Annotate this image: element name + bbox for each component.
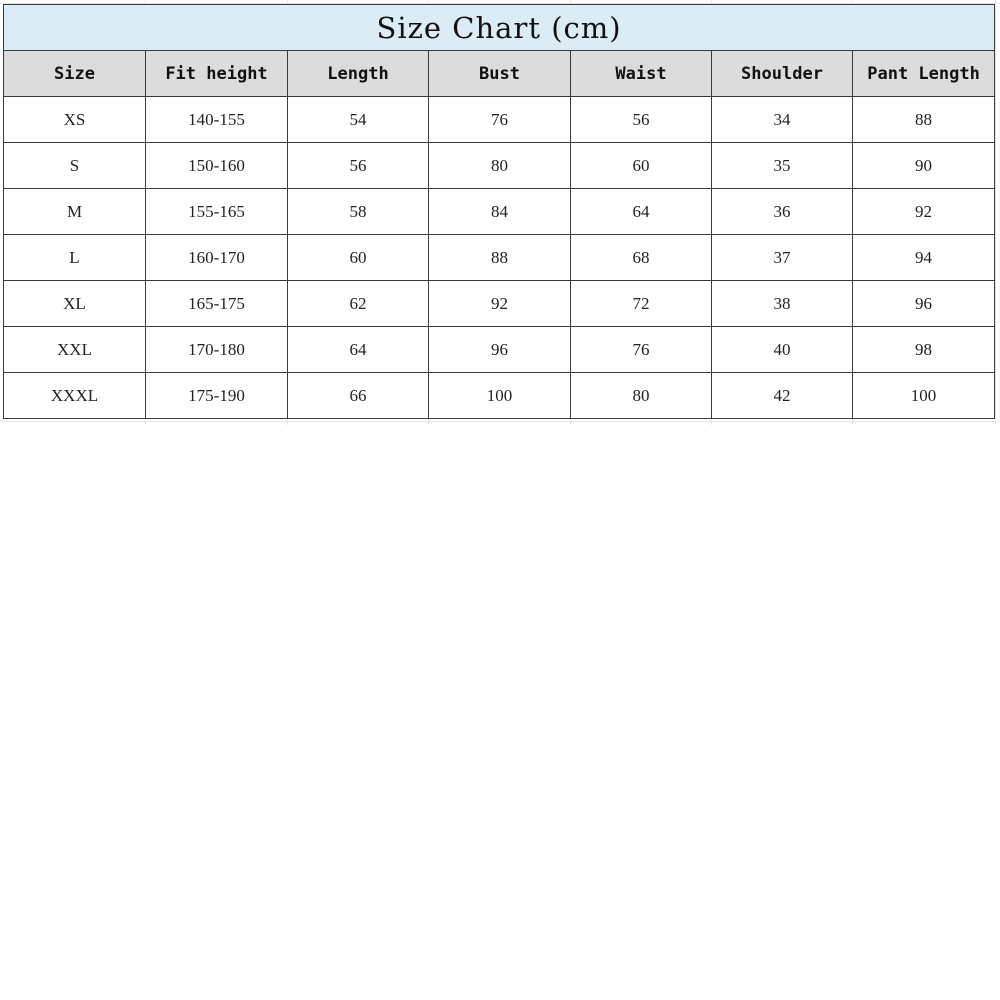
cell-size: L: [3, 234, 146, 281]
cell-pant-length: 92: [851, 188, 996, 235]
cell-shoulder: 40: [711, 326, 853, 373]
cell-shoulder: 36: [711, 188, 853, 235]
cell-waist: 72: [570, 280, 712, 327]
table-row: XXXL 175-190 66 100 80 42 100: [3, 372, 996, 419]
column-header-length: Length: [287, 50, 429, 97]
cell-length: 64: [287, 326, 429, 373]
table-row: XXL 170-180 64 96 76 40 98: [3, 326, 996, 373]
size-chart-table: Size Chart (cm) Size Fit height Length B…: [2, 4, 996, 419]
table-row: S 150-160 56 80 60 35 90: [3, 142, 996, 189]
column-header-size: Size: [3, 50, 146, 97]
cell-bust: 88: [428, 234, 571, 281]
cell-bust: 100: [428, 372, 571, 419]
column-header-shoulder: Shoulder: [711, 50, 853, 97]
cell-pant-length: 94: [851, 234, 996, 281]
cell-waist: 80: [570, 372, 712, 419]
table-row: L 160-170 60 88 68 37 94: [3, 234, 996, 281]
cell-fit-height: 160-170: [145, 234, 288, 281]
cell-shoulder: 42: [711, 372, 853, 419]
column-header-fit-height: Fit height: [145, 50, 288, 97]
cell-shoulder: 38: [711, 280, 853, 327]
grid-line: [995, 0, 996, 425]
column-header-bust: Bust: [428, 50, 571, 97]
cell-waist: 64: [570, 188, 712, 235]
table-row: M 155-165 58 84 64 36 92: [3, 188, 996, 235]
cell-bust: 96: [428, 326, 571, 373]
cell-length: 56: [287, 142, 429, 189]
cell-pant-length: 88: [851, 96, 996, 143]
cell-bust: 80: [428, 142, 571, 189]
cell-waist: 76: [570, 326, 712, 373]
cell-fit-height: 155-165: [145, 188, 288, 235]
title-row: Size Chart (cm): [2, 4, 996, 51]
cell-length: 66: [287, 372, 429, 419]
cell-size: XS: [3, 96, 146, 143]
cell-pant-length: 98: [851, 326, 996, 373]
cell-bust: 92: [428, 280, 571, 327]
cell-fit-height: 175-190: [145, 372, 288, 419]
column-header-waist: Waist: [570, 50, 712, 97]
cell-fit-height: 170-180: [145, 326, 288, 373]
table-row: XS 140-155 54 76 56 34 88: [3, 96, 996, 143]
cell-shoulder: 35: [711, 142, 853, 189]
cell-bust: 76: [428, 96, 571, 143]
header-row: Size Fit height Length Bust Waist Should…: [3, 50, 996, 97]
cell-waist: 68: [570, 234, 712, 281]
grid-line: [0, 421, 1000, 422]
cell-size: S: [3, 142, 146, 189]
cell-size: XXL: [3, 326, 146, 373]
cell-pant-length: 96: [851, 280, 996, 327]
cell-fit-height: 165-175: [145, 280, 288, 327]
size-chart-page: Size Chart (cm) Size Fit height Length B…: [0, 0, 1000, 1000]
cell-pant-length: 100: [851, 372, 996, 419]
cell-pant-length: 90: [851, 142, 996, 189]
cell-size: M: [3, 188, 146, 235]
cell-bust: 84: [428, 188, 571, 235]
cell-fit-height: 140-155: [145, 96, 288, 143]
cell-length: 58: [287, 188, 429, 235]
cell-fit-height: 150-160: [145, 142, 288, 189]
cell-length: 60: [287, 234, 429, 281]
cell-length: 62: [287, 280, 429, 327]
chart-title: Size Chart (cm): [2, 4, 996, 51]
table-row: XL 165-175 62 92 72 38 96: [3, 280, 996, 327]
cell-shoulder: 37: [711, 234, 853, 281]
cell-length: 54: [287, 96, 429, 143]
cell-size: XXXL: [3, 372, 146, 419]
column-header-pant-length: Pant Length: [851, 50, 996, 97]
cell-waist: 60: [570, 142, 712, 189]
cell-waist: 56: [570, 96, 712, 143]
cell-shoulder: 34: [711, 96, 853, 143]
cell-size: XL: [3, 280, 146, 327]
